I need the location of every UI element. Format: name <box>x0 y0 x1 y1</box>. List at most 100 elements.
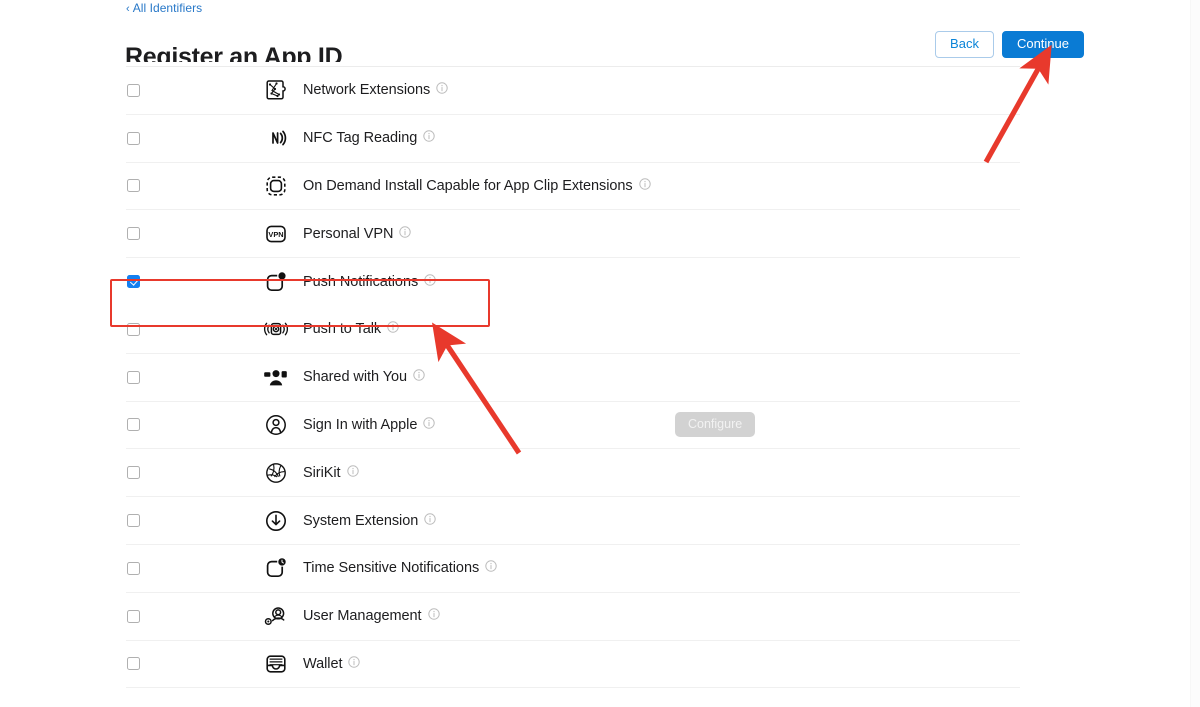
capability-checkbox[interactable] <box>127 179 140 193</box>
capability-label-cell: Shared with You <box>294 368 1020 386</box>
capability-row[interactable]: Push to Talk <box>126 305 1020 354</box>
capability-label-cell: Push to Talk <box>294 320 1020 338</box>
capability-checkbox-cell <box>126 322 258 336</box>
info-icon[interactable] <box>427 607 440 625</box>
capability-checkbox-cell <box>126 227 258 241</box>
shared-with-you-icon <box>258 365 294 389</box>
capability-checkbox[interactable] <box>127 561 140 575</box>
push-to-talk-icon <box>258 317 294 341</box>
capability-row[interactable]: Wallet <box>126 640 1020 689</box>
capability-row[interactable]: VPN Personal VPN <box>126 210 1020 259</box>
capabilities-list: Network Extensions NFC Tag Reading On De… <box>126 62 1020 689</box>
capability-row[interactable]: Sign In with Apple Configure <box>126 401 1020 450</box>
capability-label: NFC Tag Reading <box>303 130 418 147</box>
capability-checkbox[interactable] <box>127 322 140 336</box>
capability-checkbox-cell <box>126 131 258 145</box>
info-icon[interactable] <box>423 416 436 434</box>
wallet-icon <box>258 652 294 676</box>
capability-checkbox[interactable] <box>127 418 140 432</box>
breadcrumb-label: All Identifiers <box>132 1 203 15</box>
capability-checkbox[interactable] <box>127 227 140 241</box>
header-actions: Back Continue <box>935 31 1084 58</box>
capability-label: Sign In with Apple <box>303 416 418 433</box>
personal-vpn-icon: VPN <box>258 222 294 246</box>
back-button[interactable]: Back <box>935 31 994 58</box>
capability-checkbox[interactable] <box>127 657 140 671</box>
info-icon[interactable] <box>399 225 412 243</box>
capability-checkbox[interactable] <box>127 275 140 289</box>
capability-checkbox-cell <box>126 83 258 97</box>
app-id-registration-page: ‹ All Identifiers Register an App ID Back… <box>0 0 1200 707</box>
capability-checkbox-cell <box>126 514 258 528</box>
push-notifications-icon <box>258 270 294 294</box>
capability-checkbox[interactable] <box>127 370 140 384</box>
capability-label-cell: Time Sensitive Notifications <box>294 559 1020 577</box>
info-icon[interactable] <box>423 129 435 147</box>
info-icon[interactable] <box>346 464 359 482</box>
capability-label: Personal VPN <box>303 225 394 242</box>
capability-checkbox[interactable] <box>127 609 140 623</box>
capability-checkbox-cell <box>126 657 258 671</box>
info-icon[interactable] <box>424 512 436 530</box>
capability-label-cell: SiriKit <box>294 464 1020 482</box>
capability-row[interactable]: SiriKit <box>126 449 1020 498</box>
capability-checkbox-cell <box>126 466 258 480</box>
capability-checkbox[interactable] <box>127 514 140 528</box>
capability-row[interactable]: User Management <box>126 592 1020 641</box>
info-icon[interactable] <box>387 320 399 338</box>
svg-text:VPN: VPN <box>268 230 283 239</box>
info-icon[interactable] <box>348 655 361 673</box>
info-icon[interactable] <box>413 368 425 386</box>
capability-checkbox[interactable] <box>127 466 140 480</box>
user-management-icon <box>258 604 294 628</box>
capability-label-cell: User Management <box>294 607 1020 625</box>
capability-checkbox-cell <box>126 418 258 432</box>
capability-label-cell: Network Extensions <box>294 81 1020 99</box>
system-extension-icon <box>258 509 294 533</box>
sign-in-with-apple-icon <box>258 413 294 437</box>
on-demand-install-icon <box>258 174 294 198</box>
capability-checkbox[interactable] <box>127 131 140 145</box>
capability-row[interactable]: System Extension <box>126 497 1020 545</box>
capability-label-cell: Wallet <box>294 655 1020 673</box>
capability-label-cell: Push Notifications <box>294 273 1020 291</box>
capability-checkbox-cell <box>126 275 258 289</box>
capability-label-cell: System Extension <box>294 512 1020 530</box>
capability-label: Wallet <box>303 655 343 672</box>
capability-checkbox[interactable] <box>127 83 140 97</box>
capability-checkbox-cell <box>126 609 258 623</box>
info-icon[interactable] <box>638 177 651 195</box>
capability-label: SiriKit <box>303 464 341 481</box>
capability-label-cell: On Demand Install Capable for App Clip E… <box>294 177 1020 195</box>
capability-checkbox-cell <box>126 561 258 575</box>
capability-label: Push to Talk <box>303 321 382 338</box>
capability-checkbox-cell <box>126 370 258 384</box>
capability-label: User Management <box>303 608 422 625</box>
page-right-gutter <box>1190 0 1200 707</box>
capability-label: Time Sensitive Notifications <box>303 560 480 577</box>
chevron-left-icon: ‹ <box>126 3 130 15</box>
capability-row[interactable]: NFC Tag Reading <box>126 114 1020 163</box>
network-extensions-icon <box>258 78 294 102</box>
capability-label-cell: Personal VPN <box>294 225 1020 243</box>
capability-checkbox-cell <box>126 179 258 193</box>
info-icon[interactable] <box>485 559 497 577</box>
info-icon[interactable] <box>436 81 448 99</box>
capability-row[interactable]: Push Notifications <box>126 258 1020 306</box>
capability-label: Push Notifications <box>303 273 419 290</box>
capability-row[interactable]: On Demand Install Capable for App Clip E… <box>126 162 1020 211</box>
capability-label-cell: NFC Tag Reading <box>294 129 1020 147</box>
breadcrumb-all-identifiers[interactable]: ‹ All Identifiers <box>126 1 202 15</box>
continue-button[interactable]: Continue <box>1001 31 1084 58</box>
capability-label: System Extension <box>303 512 419 529</box>
configure-button[interactable]: Configure <box>675 412 756 438</box>
info-icon[interactable] <box>424 273 436 291</box>
configure-cell: Configure <box>675 412 756 438</box>
capability-label: Network Extensions <box>303 82 431 99</box>
capability-row[interactable]: Time Sensitive Notifications <box>126 544 1020 593</box>
capability-label: Shared with You <box>303 369 408 386</box>
capability-row[interactable]: Network Extensions <box>126 67 1020 115</box>
capability-row[interactable]: Shared with You <box>126 353 1020 402</box>
sirikit-icon <box>258 461 294 485</box>
capability-label: On Demand Install Capable for App Clip E… <box>303 177 633 194</box>
